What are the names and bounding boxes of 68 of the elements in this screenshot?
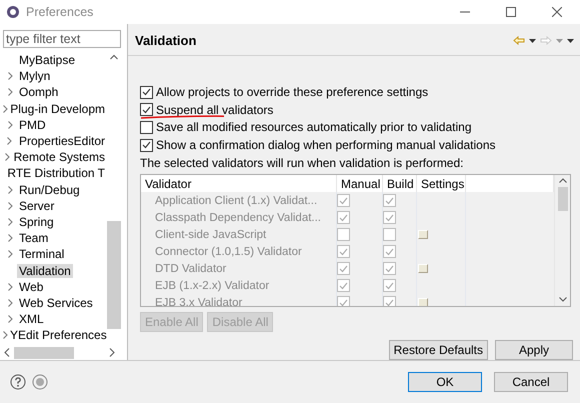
- chevron-right-icon[interactable]: [3, 331, 8, 340]
- close-icon[interactable]: [552, 7, 562, 17]
- tree-item[interactable]: Terminal: [17, 247, 66, 262]
- filter-field[interactable]: type filter text: [3, 30, 121, 48]
- tree-item[interactable]: PMD: [17, 118, 48, 132]
- tree-item[interactable]: Spring: [17, 214, 56, 229]
- help-icon[interactable]: [10, 374, 26, 390]
- page-button[interactable]: Apply: [495, 340, 573, 360]
- checkbox-label: Save all modified resources automatically prior to validating: [156, 120, 472, 134]
- page-button[interactable]: Restore Defaults: [388, 340, 488, 360]
- chevron-right-icon[interactable]: [3, 104, 8, 113]
- tree-item[interactable]: MyBatipse: [17, 53, 78, 68]
- record-icon[interactable]: [32, 374, 48, 390]
- tree-item[interactable]: RTE Distribution T: [5, 166, 107, 180]
- minimize-icon[interactable]: [460, 11, 470, 13]
- tree-item[interactable]: Web: [17, 280, 46, 294]
- tree-item[interactable]: Remote Systems: [12, 150, 107, 164]
- tree-item[interactable]: Plug-in Developm: [8, 102, 107, 116]
- chevron-right-icon[interactable]: [8, 218, 12, 226]
- chevron-right-icon[interactable]: [8, 186, 12, 194]
- tree-item[interactable]: XML: [17, 312, 46, 326]
- chevron-right-icon[interactable]: [8, 315, 12, 324]
- tree-item[interactable]: Validation: [17, 264, 73, 278]
- table-cell: EJB (1.x-2.x) Validator: [155, 280, 270, 292]
- tree-item[interactable]: YEdit Preferences: [8, 328, 107, 342]
- checkbox-label: Suspend all validators: [156, 102, 274, 117]
- window-title: Preferences: [26, 5, 94, 19]
- back-arrow-icon[interactable]: [513, 36, 525, 46]
- chevron-right-icon[interactable]: [8, 72, 12, 80]
- chevron-right-icon[interactable]: [4, 153, 10, 162]
- scrollbar-thumb[interactable]: [14, 346, 74, 358]
- tree-item[interactable]: Team: [17, 231, 50, 246]
- checkbox[interactable]: [140, 103, 153, 116]
- checkbox-label: Allow projects to override these preference settings: [156, 85, 428, 100]
- caret-icon[interactable]: [529, 38, 536, 43]
- table-cell: Application Client (1.x) Validat...: [155, 194, 318, 206]
- chevron-right-icon[interactable]: [8, 234, 12, 242]
- tree-item[interactable]: PropertiesEditor: [16, 134, 107, 148]
- chevron-right-icon[interactable]: [8, 120, 12, 129]
- maximize-icon[interactable]: [506, 7, 516, 17]
- table-cell: DTD Validator: [155, 262, 226, 274]
- chevron-right-icon[interactable]: [8, 298, 12, 307]
- table-caption: The selected validators will run when validation is performed:: [140, 156, 464, 170]
- chevron-right-icon[interactable]: [7, 137, 12, 146]
- checkbox[interactable]: [140, 120, 153, 134]
- checkbox[interactable]: [140, 138, 153, 152]
- table-cell: Classpath Dependency Validat...: [155, 212, 321, 224]
- tree-item[interactable]: Web Services: [17, 296, 95, 310]
- menu-caret-icon[interactable]: [567, 38, 574, 43]
- chevron-right-icon[interactable]: [109, 348, 115, 357]
- chevron-right-icon[interactable]: [8, 282, 12, 291]
- tree-item[interactable]: Server: [17, 198, 56, 213]
- table-cell: Client-side JavaScript: [155, 228, 266, 240]
- table-cell: EJB 3.x Validator: [155, 296, 242, 306]
- table-cell: Connector (1.0,1.5) Validator: [155, 246, 302, 258]
- chevron-right-icon[interactable]: [8, 88, 12, 96]
- tree-item[interactable]: Mylyn: [17, 69, 52, 84]
- chevron-right-icon[interactable]: [8, 250, 12, 258]
- scrollbar-thumb[interactable]: [107, 221, 121, 329]
- dialog-button[interactable]: Cancel: [494, 372, 568, 392]
- dialog-button[interactable]: OK: [408, 372, 482, 392]
- tree-item[interactable]: Run/Debug: [17, 182, 82, 197]
- chevron-right-icon[interactable]: [8, 202, 12, 210]
- page-title: Validation: [135, 33, 196, 48]
- checkbox-label: Show a confirmation dialog when performing manual validations: [156, 138, 496, 152]
- tree-item[interactable]: Oomph: [17, 85, 60, 100]
- chevron-left-icon[interactable]: [4, 348, 10, 357]
- checkbox[interactable]: [140, 86, 153, 99]
